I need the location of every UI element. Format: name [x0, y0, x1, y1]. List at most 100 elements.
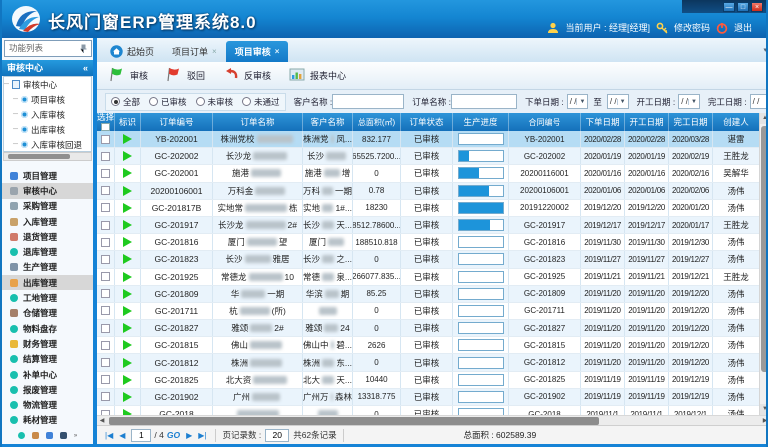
审核-button[interactable]: 审核: [103, 64, 154, 87]
column-header-11[interactable]: 完工日期: [669, 113, 713, 131]
column-header-12[interactable]: 创建人: [713, 113, 759, 131]
row-checkbox[interactable]: [101, 221, 110, 230]
row-checkbox[interactable]: [101, 255, 110, 264]
sidebar-item-9[interactable]: 仓储管理: [2, 306, 93, 321]
scroll-up-icon[interactable]: ▲: [760, 113, 768, 124]
tree-horizontal-scrollbar[interactable]: [3, 152, 92, 161]
sidebar-item-12[interactable]: 结算管理: [2, 352, 93, 367]
tree-item-3[interactable]: ─入库审核回退: [4, 137, 91, 152]
row-checkbox[interactable]: [101, 169, 110, 178]
column-header-0[interactable]: 选择: [97, 113, 115, 131]
cart-icon[interactable]: [32, 432, 39, 439]
column-header-3[interactable]: 订单名称: [213, 113, 303, 131]
table-row-14[interactable]: GC-201825北大资北大天...10440已审核GC-2018252019/…: [97, 372, 759, 389]
horizontal-scrollbar[interactable]: ◀ ▶: [97, 415, 768, 425]
function-list-box[interactable]: 功能列表: [4, 40, 92, 57]
table-row-2[interactable]: GC-202001施港施港增0已审核202001160012020/01/162…: [97, 165, 759, 182]
tree-root-item[interactable]: ─审核中心: [4, 77, 91, 92]
sidebar-item-15[interactable]: 物流管理: [2, 397, 93, 412]
change-password-link[interactable]: 修改密码: [674, 21, 710, 34]
sidebar-item-6[interactable]: 生产管理: [2, 260, 93, 275]
close-tab-icon[interactable]: ×: [275, 48, 280, 56]
table-row-4[interactable]: GC-201817B实地常栋实地1#...18230已审核20191220002…: [97, 200, 759, 217]
sidebar-item-2[interactable]: 采购管理: [2, 199, 93, 214]
table-row-7[interactable]: GC-201823长沙雅居长沙之...0已审核GC-2018232019/11/…: [97, 251, 759, 268]
table-row-3[interactable]: 20200106001万科金万科一期0.78已审核202001060012020…: [97, 183, 759, 200]
pen-icon[interactable]: [46, 432, 53, 439]
tree-item-0[interactable]: ─项目审核: [4, 92, 91, 107]
audit-center-panel-header[interactable]: 审核中心 «: [2, 60, 93, 76]
table-row-5[interactable]: GC-201917长沙龙2#长沙天...8512.78600...已审核GC-2…: [97, 217, 759, 234]
page-number-input[interactable]: [131, 429, 151, 442]
select-all-checkbox[interactable]: [101, 123, 110, 131]
row-checkbox[interactable]: [101, 358, 110, 367]
column-header-5[interactable]: 总面积(㎡): [353, 113, 401, 131]
maximize-button[interactable]: □: [737, 2, 749, 12]
minimize-button[interactable]: —: [723, 2, 735, 12]
table-row-11[interactable]: GC-201827雅颂2#雅颂240已审核GC-2018272019/11/20…: [97, 320, 759, 337]
row-checkbox[interactable]: [101, 306, 110, 315]
tab-overflow-icon[interactable]: ▾: [763, 46, 767, 54]
row-checkbox[interactable]: [101, 324, 110, 333]
customer-name-input[interactable]: [332, 94, 404, 109]
tab-起始页[interactable]: 起始页: [101, 41, 163, 62]
驳回-button[interactable]: 驳回: [160, 64, 211, 87]
row-checkbox[interactable]: [101, 186, 110, 195]
column-header-7[interactable]: 生产进度: [453, 113, 509, 131]
row-checkbox[interactable]: [101, 152, 110, 161]
order-date-from-input[interactable]: / /▼: [567, 94, 589, 109]
column-header-6[interactable]: 订单状态: [401, 113, 453, 131]
close-button[interactable]: ×: [751, 2, 763, 12]
last-page-button[interactable]: ▶|: [198, 431, 206, 440]
反审核-button[interactable]: 反审核: [217, 64, 277, 87]
table-row-16[interactable]: GC-20180已审核GC-20182019/11/12019/11/12019…: [97, 406, 759, 415]
row-checkbox[interactable]: [101, 272, 110, 281]
finish-date-input[interactable]: / /: [750, 94, 768, 109]
logout-link[interactable]: 退出: [734, 21, 752, 34]
radio-全部[interactable]: 全部: [111, 96, 140, 108]
tree-item-1[interactable]: ─入库审核: [4, 107, 91, 122]
more-icon[interactable]: »: [74, 433, 77, 439]
tree-item-2[interactable]: ─出库审核: [4, 122, 91, 137]
vertical-scroll-thumb[interactable]: [761, 126, 768, 372]
table-row-12[interactable]: GC-201815佛山佛山中碧...2626已审核GC-2018152019/1…: [97, 337, 759, 354]
row-checkbox[interactable]: [101, 238, 110, 247]
tab-项目订单[interactable]: 项目订单×: [163, 41, 226, 62]
sidebar-item-5[interactable]: 退库管理: [2, 244, 93, 259]
table-row-13[interactable]: GC-201812株洲株洲东...0已审核GC-2018122019/11/20…: [97, 354, 759, 371]
row-checkbox[interactable]: [101, 341, 110, 350]
column-header-8[interactable]: 合同编号: [509, 113, 581, 131]
table-row-0[interactable]: YB-202001株洲党校株洲党凤...832.177已审核YB-2020012…: [97, 131, 759, 148]
sidebar-item-3[interactable]: 入库管理: [2, 214, 93, 229]
radio-未审核[interactable]: 未审核: [196, 96, 234, 108]
column-header-1[interactable]: 标识: [115, 113, 141, 131]
start-date-input[interactable]: / /▼: [678, 94, 700, 109]
sidebar-item-10[interactable]: 物料盘存: [2, 321, 93, 336]
报表中心-button[interactable]: 报表中心: [283, 64, 352, 87]
next-page-button[interactable]: ▶: [186, 431, 192, 440]
row-checkbox[interactable]: [101, 135, 110, 144]
go-button[interactable]: GO: [167, 430, 180, 440]
column-header-2[interactable]: 订单编号: [141, 113, 213, 131]
row-checkbox[interactable]: [101, 203, 110, 212]
table-row-8[interactable]: GC-201925常德龙10常德泉...266077.835...已审核GC-2…: [97, 269, 759, 286]
sidebar-item-8[interactable]: 工地管理: [2, 290, 93, 305]
tab-项目审核[interactable]: 项目审核×: [226, 41, 289, 62]
radio-已审核[interactable]: 已审核: [149, 96, 187, 108]
horizontal-scroll-thumb[interactable]: [109, 417, 599, 425]
order-name-input[interactable]: [451, 94, 517, 109]
collapse-panel-icon[interactable]: «: [83, 60, 88, 76]
table-row-1[interactable]: GC-202002长沙龙长沙65525.7200...已审核GC-2020022…: [97, 148, 759, 165]
calendar-dropdown-icon[interactable]: ▼: [688, 99, 697, 105]
row-checkbox[interactable]: [101, 375, 110, 384]
table-row-6[interactable]: GC-201816厦门望厦门188510.818已审核GC-2018162019…: [97, 234, 759, 251]
close-tab-icon[interactable]: ×: [212, 48, 217, 56]
column-header-10[interactable]: 开工日期: [625, 113, 669, 131]
sidebar-item-16[interactable]: 耗材管理: [2, 413, 93, 428]
sidebar-item-1[interactable]: 审核中心: [2, 183, 93, 198]
sidebar-item-7[interactable]: 出库管理: [2, 275, 93, 290]
book-icon[interactable]: [60, 432, 67, 439]
order-date-to-input[interactable]: / /▼: [607, 94, 629, 109]
sidebar-item-13[interactable]: 补单中心: [2, 367, 93, 382]
sidebar-item-14[interactable]: 报废管理: [2, 382, 93, 397]
